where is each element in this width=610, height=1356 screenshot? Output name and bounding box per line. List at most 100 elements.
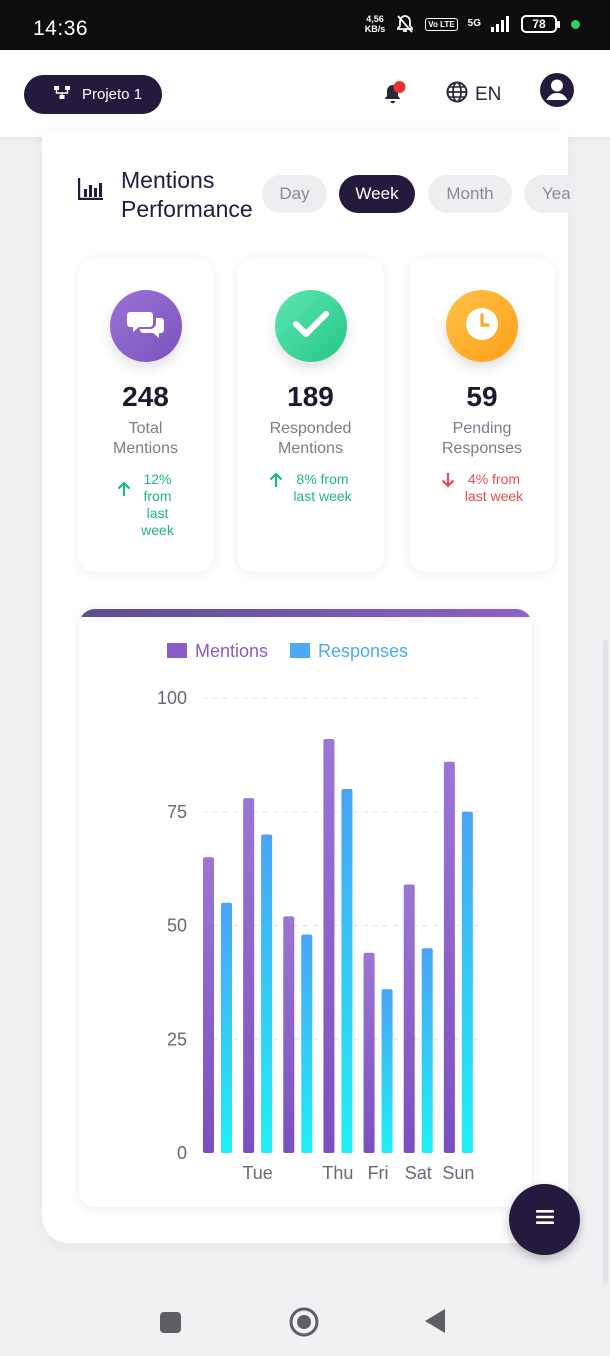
section-title-line1: Mentions [121,167,215,193]
bar-mentions [443,761,455,1153]
network-type: 5G [467,18,481,29]
speed-unit: KB/s [364,24,386,34]
trend-line: 8% from [296,471,349,487]
back-button[interactable] [424,1308,446,1339]
recents-button[interactable] [160,1312,181,1333]
tab-day[interactable]: Day [262,175,327,213]
bar-responses [461,811,473,1153]
privacy-dot [571,19,580,29]
trend-line: 4% from [467,471,521,487]
stat-icon-circle [109,290,182,362]
legend-label: Responses [318,641,408,661]
stat-value: 59 [466,381,498,412]
bar-responses [381,989,393,1153]
legend-swatch [290,643,310,658]
stat-trend: 4% from last week [409,471,555,505]
system-nav-bar [0,1290,610,1356]
stat-value: 248 [122,381,169,412]
scrollbar[interactable] [603,640,608,1285]
legend-label: Mentions [195,641,268,661]
check-icon [292,310,329,343]
x-tick-label: Tue [242,1163,272,1183]
trend-line: last [146,505,169,521]
notifications-button[interactable] [381,80,407,106]
bar-mentions [283,916,295,1153]
bell-icon [381,81,407,110]
y-tick-label: 50 [167,916,187,936]
stat-card-total-mentions: 248 Total Mentions 12% from last week [78,258,213,572]
trend-line: 12% [143,471,172,487]
bar-responses [341,789,353,1153]
network-speed: 4,56 KB/s [365,14,386,34]
menu-icon [535,1210,554,1229]
y-tick-label: 0 [177,1143,187,1163]
trend-line: last week [464,488,524,504]
stat-icon-circle [446,290,518,362]
mentions-bar-chart: Mentions Responses 0 25 50 75 100 Tue Thu Fri Sat S… [157,641,484,1183]
x-tick-label: Fri [368,1163,389,1183]
clock-icon [464,306,500,347]
stat-label: Responded Mentions [237,419,384,459]
arrow-up-icon [269,472,283,492]
stat-value: 189 [287,381,334,412]
chart-card: Mentions Responses 0 25 50 75 100 Tue Thu Fri Sat S… [79,609,532,1207]
x-tick-label: Sun [442,1163,474,1183]
bar-mentions [403,884,415,1153]
tab-month[interactable]: Month [428,175,512,213]
stat-label-line2: Mentions [113,440,178,457]
signal-icon [491,16,511,32]
section-title: Mentions Performance [121,166,253,224]
language-selector[interactable]: EN [446,81,501,109]
project-network-icon [54,85,70,104]
tab-year[interactable]: Yea [524,175,570,213]
stat-label-line1: Pending [452,420,512,437]
bar-mentions [323,738,335,1153]
x-tick-label: Thu [322,1163,353,1183]
y-tick-label: 100 [157,688,187,708]
trend-line: week [141,522,174,538]
stat-trend-text: 4% from last week [465,471,523,505]
project-selector-button[interactable]: Projeto 1 [24,75,162,114]
status-time: 14:36 [33,17,89,40]
y-tick-label: 25 [167,1029,187,1049]
y-tick-label: 75 [167,802,187,822]
stat-label-line1: Total [128,420,163,437]
project-label: Projeto 1 [82,86,143,103]
legend-swatch [167,643,187,658]
volte-indicator: Vo LTE [425,17,458,31]
trend-line: from [143,488,172,504]
globe-icon [446,81,468,109]
stat-card-pending-responses: 59 Pending Responses 4% from last week [409,258,555,572]
battery-indicator: 78 [521,15,560,33]
bar-responses [261,834,273,1153]
stat-trend: 12% from last week [78,471,213,539]
chat-bubbles-icon [126,307,166,346]
bar-mentions [243,798,255,1153]
bar-responses [301,934,313,1153]
tab-week[interactable]: Week [339,175,415,213]
bar-mentions [363,952,375,1153]
arrow-down-icon [441,472,455,492]
stat-icon-circle [274,290,347,362]
stat-trend-text: 12% from last week [141,471,174,539]
account-button[interactable] [539,72,575,108]
stat-label: Total Mentions [78,419,213,459]
bar-responses [421,948,433,1153]
account-icon [539,73,575,112]
stat-card-responded-mentions: 189 Responded Mentions 8% from last week [237,258,384,572]
stat-label-line2: Responses [441,440,523,457]
status-bar: 14:36 4,56 KB/s Vo LTE 5G 78 [0,0,610,50]
section-title-line2: Performance [121,196,253,222]
app-bar: Projeto 1 EN [0,50,610,137]
home-button[interactable] [289,1307,319,1342]
menu-fab-button[interactable] [509,1184,580,1255]
stat-label: Pending Responses [409,419,555,459]
stat-trend-text: 8% from last week [293,471,351,505]
language-label: EN [475,84,502,105]
stat-trend: 8% from last week [237,471,384,505]
x-tick-label: Sat [405,1163,432,1183]
bar-mentions [203,857,214,1153]
stat-label-line2: Mentions [278,440,343,457]
bar-chart-icon [77,178,103,205]
speed-value: 4,56 [366,14,384,24]
